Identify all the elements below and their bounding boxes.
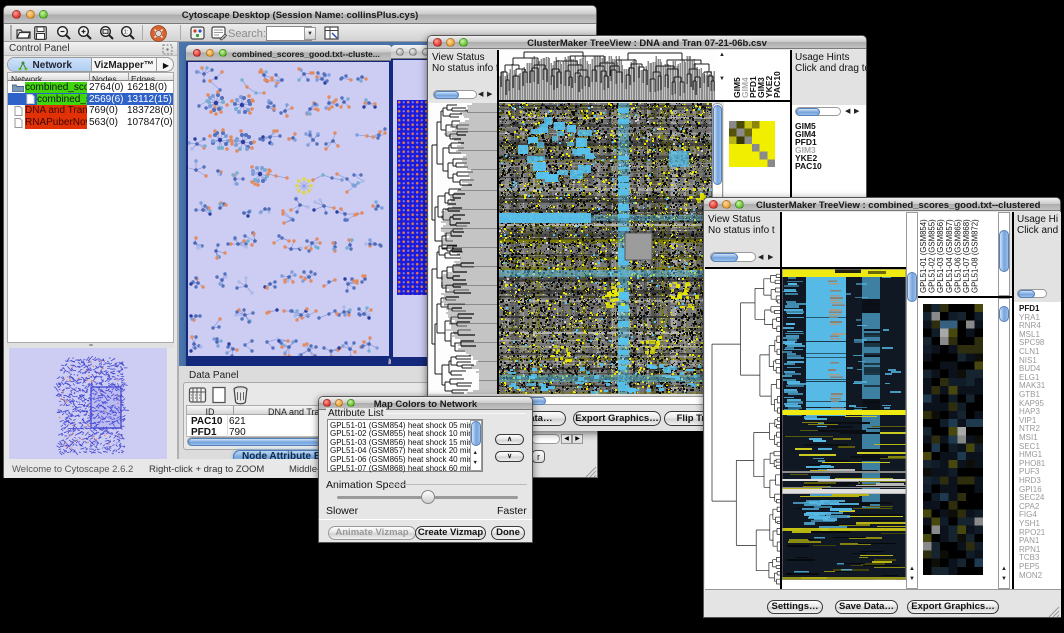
svg-text:GPL51-08 (GSM872): GPL51-08 (GSM872) (971, 219, 980, 293)
svg-text:1:: 1: (124, 30, 129, 36)
svg-text:PAC10: PAC10 (772, 71, 782, 98)
